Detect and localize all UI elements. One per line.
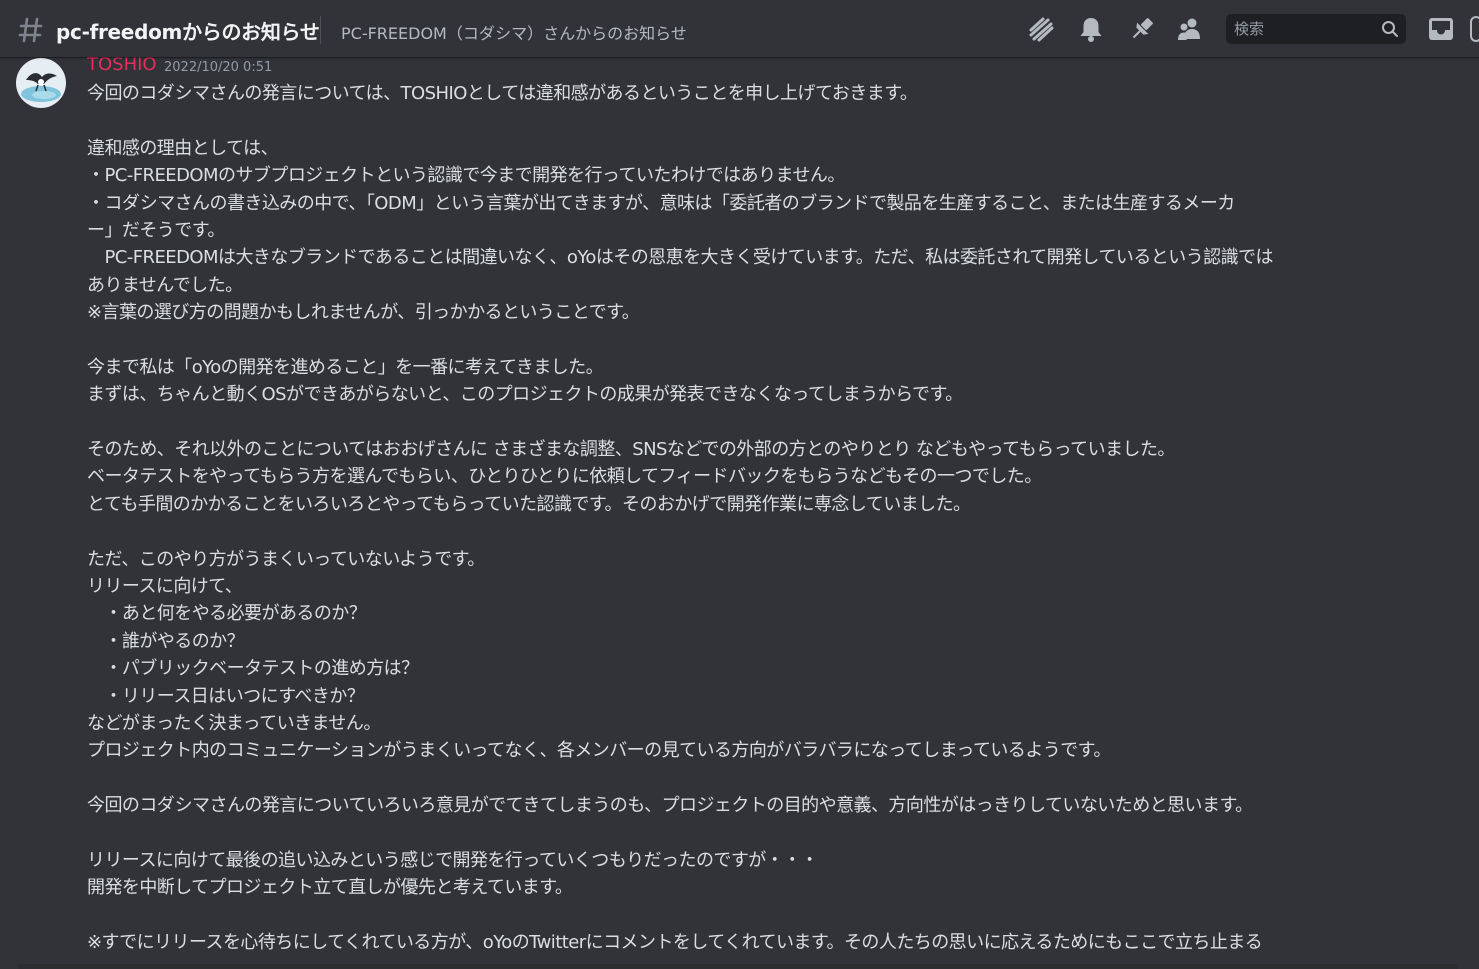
message-line: とても手間のかかることをいろいろとやってもらっていた認識です。そのおかげで開発作… bbox=[87, 493, 971, 515]
message-line: そのため、それ以外のことについてはおおげさんに さまざまな調整、SNSなどでの外… bbox=[87, 439, 1175, 461]
threads-icon[interactable] bbox=[1027, 15, 1055, 43]
message-line: ※言葉の選び方の問題かもしれませんが、引っかかるということです。 bbox=[87, 302, 640, 324]
message-line: ・リリース日はいつにすべきか？ bbox=[87, 685, 365, 707]
message-line: などがまったく決まっていきません。 bbox=[87, 712, 381, 734]
message-line: プロジェクト内のコミュニケーションがうまくいってなく、各メンバーの見ている方向が… bbox=[87, 740, 1111, 762]
horizontal-scrollbar[interactable] bbox=[18, 964, 1459, 969]
pin-icon[interactable] bbox=[1128, 15, 1156, 43]
avatar-image bbox=[16, 58, 66, 108]
message-line: リリースに向けて、 bbox=[87, 576, 243, 598]
channel-name: pc-freedomからのお知らせ bbox=[56, 20, 320, 44]
message-line: ただ、このやり方がうまくいっていないようです。 bbox=[87, 548, 485, 570]
search-box[interactable] bbox=[1226, 14, 1406, 44]
channel-hash-icon bbox=[18, 17, 43, 43]
help-icon[interactable] bbox=[1470, 16, 1479, 42]
message-line: ベータテストをやってもらう方を選んでもらい、ひとりひとりに依頼してフィードバック… bbox=[87, 466, 1042, 488]
message-line: まずは、ちゃんと動くOSができあがらないと、このプロジェクトの成果が発表できなく… bbox=[87, 384, 963, 406]
message-author[interactable]: TOSHIO bbox=[87, 54, 157, 75]
message-line: ありませんでした。 bbox=[87, 274, 243, 296]
members-icon[interactable] bbox=[1177, 15, 1205, 43]
avatar[interactable] bbox=[16, 58, 66, 108]
message-line: PC-FREEDOMは大きなブランドであることは間違いなく、oYoはその恩恵を大… bbox=[87, 247, 1273, 269]
message-line: 今回のコダシマさんの発言についていろいろ意見がでてきてしまうのも、プロジェクトの… bbox=[87, 795, 1253, 817]
message-content: 今回のコダシマさんの発言については、TOSHIOとしては違和感があるということを… bbox=[87, 80, 1447, 957]
message-line: ・誰がやるのか？ bbox=[87, 630, 245, 652]
message-line: 今回のコダシマさんの発言については、TOSHIOとしては違和感があるということを… bbox=[87, 83, 918, 104]
message-line: ・PC-FREEDOMのサブプロジェクトという認識で今まで開発を行っていたわけで… bbox=[87, 165, 845, 187]
message-line: リリースに向けて最後の追い込みという感じで開発を行っていくつもりだったのですが・… bbox=[87, 849, 819, 871]
message-line: ※すでにリリースを心待ちにしてくれている方が、oYoのTwitterにコメントを… bbox=[87, 932, 1263, 954]
search-icon[interactable] bbox=[1381, 20, 1399, 38]
message-line: 開発を中断してプロジェクト立て直しが優先と考えています。 bbox=[87, 877, 573, 899]
inbox-icon[interactable] bbox=[1427, 16, 1455, 42]
message-line: ・あと何をやる必要があるのか？ bbox=[87, 603, 367, 625]
message-line: 違和感の理由としては、 bbox=[87, 137, 279, 159]
search-input[interactable] bbox=[1226, 14, 1376, 44]
channel-header: pc-freedomからのお知らせ PC-FREEDOM（コダシマ）さんからのお… bbox=[0, 0, 1479, 57]
message-line: ・パブリックベータテストの進め方は？ bbox=[87, 658, 419, 680]
message-line: ・コダシマさんの書き込みの中で、「ODM」という言葉が出てきますが、意味は「委託… bbox=[87, 192, 1235, 214]
message-line: ー」だそうです。 bbox=[87, 219, 225, 241]
channel-topic[interactable]: PC-FREEDOM（コダシマ）さんからのお知らせ bbox=[341, 20, 687, 44]
message-line: 今まで私は「oYoの開発を進めること」を一番に考えてきました。 bbox=[87, 356, 604, 378]
header-divider bbox=[320, 16, 321, 44]
message-timestamp: 2022/10/20 0:51 bbox=[164, 60, 273, 75]
bell-icon[interactable] bbox=[1077, 15, 1105, 43]
